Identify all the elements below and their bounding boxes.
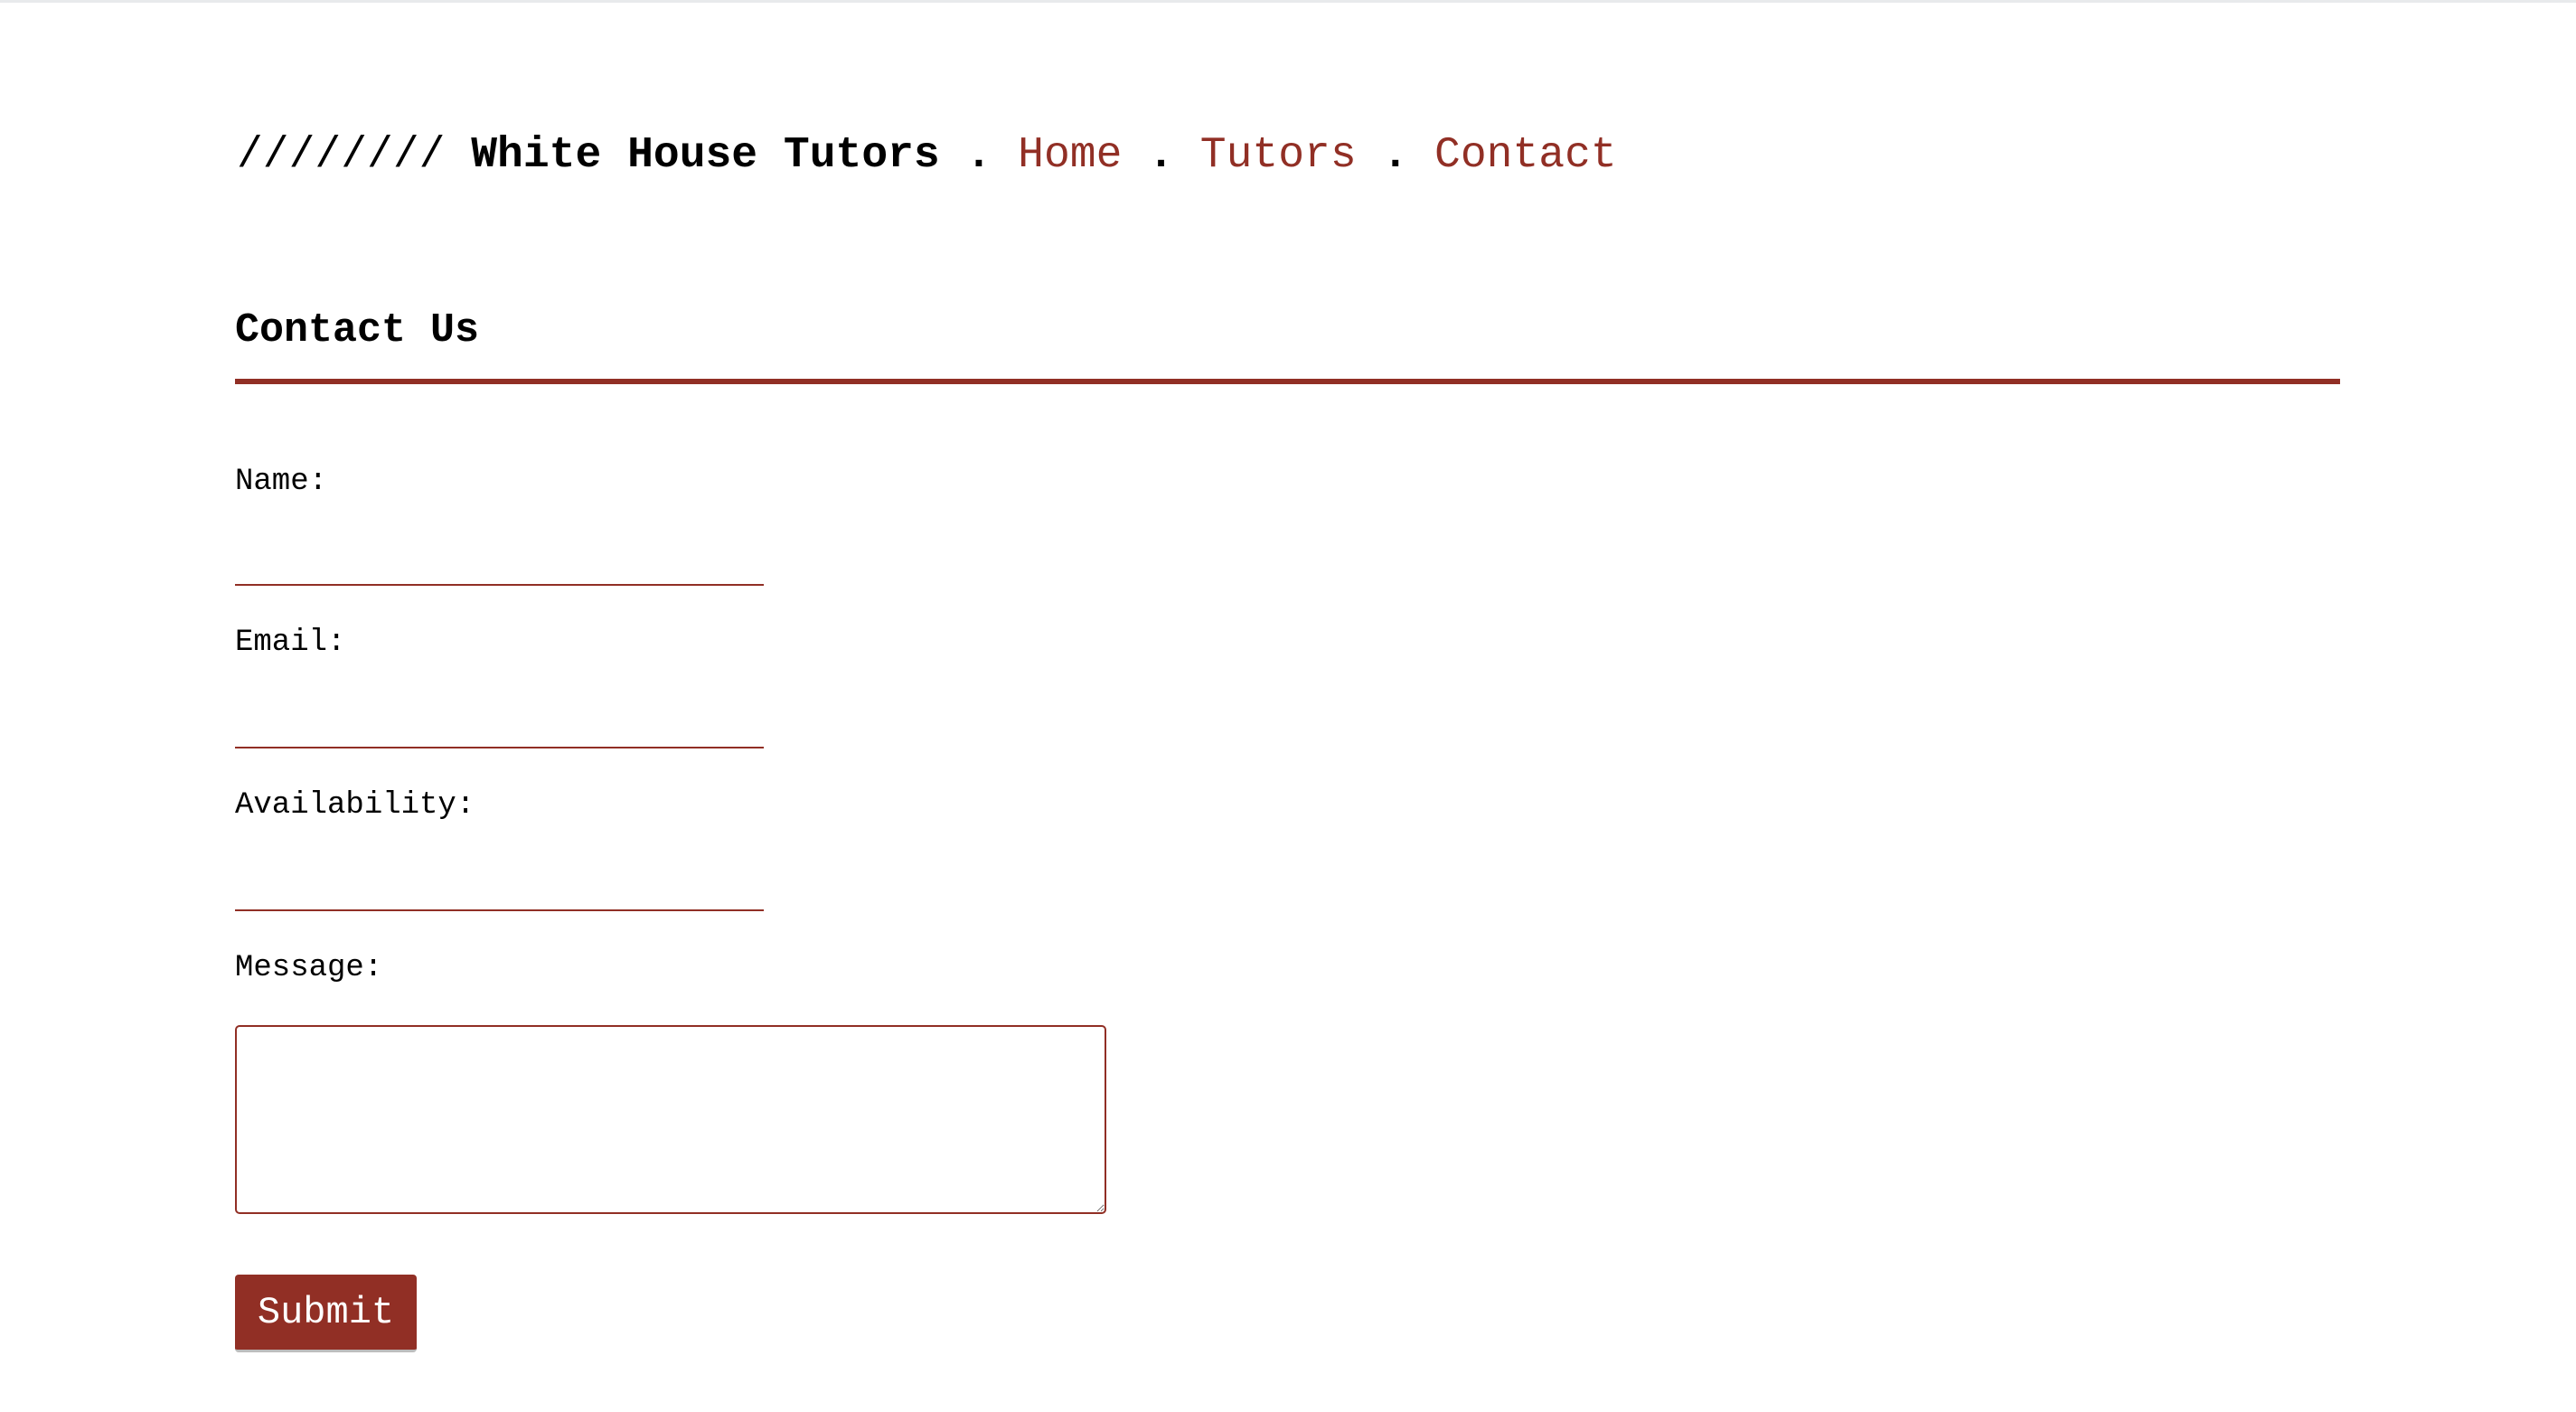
availability-input[interactable] <box>235 870 764 911</box>
nav-link-home[interactable]: Home <box>1018 131 1122 180</box>
nav-separator: . <box>1122 131 1200 180</box>
nav-link-tutors[interactable]: Tutors <box>1200 131 1357 180</box>
nav-link-contact[interactable]: Contact <box>1434 131 1617 180</box>
availability-label: Availability: <box>235 788 475 823</box>
site-nav: //////// White House Tutors . Home . Tut… <box>237 127 1617 184</box>
nav-separator: . <box>939 131 1019 180</box>
email-label: Email: <box>235 626 346 660</box>
submit-button[interactable]: Submit <box>235 1275 417 1352</box>
message-textarea[interactable] <box>235 1025 1106 1214</box>
decorative-slashes: //////// <box>237 131 446 180</box>
message-label: Message: <box>235 951 383 985</box>
name-input[interactable] <box>235 544 764 586</box>
title-divider <box>235 379 2340 384</box>
page-title: Contact Us <box>235 307 480 353</box>
nav-separator: . <box>1356 131 1435 180</box>
site-brand: White House Tutors <box>471 131 940 180</box>
email-input[interactable] <box>235 707 764 748</box>
name-label: Name: <box>235 465 328 499</box>
top-border <box>0 0 2576 3</box>
